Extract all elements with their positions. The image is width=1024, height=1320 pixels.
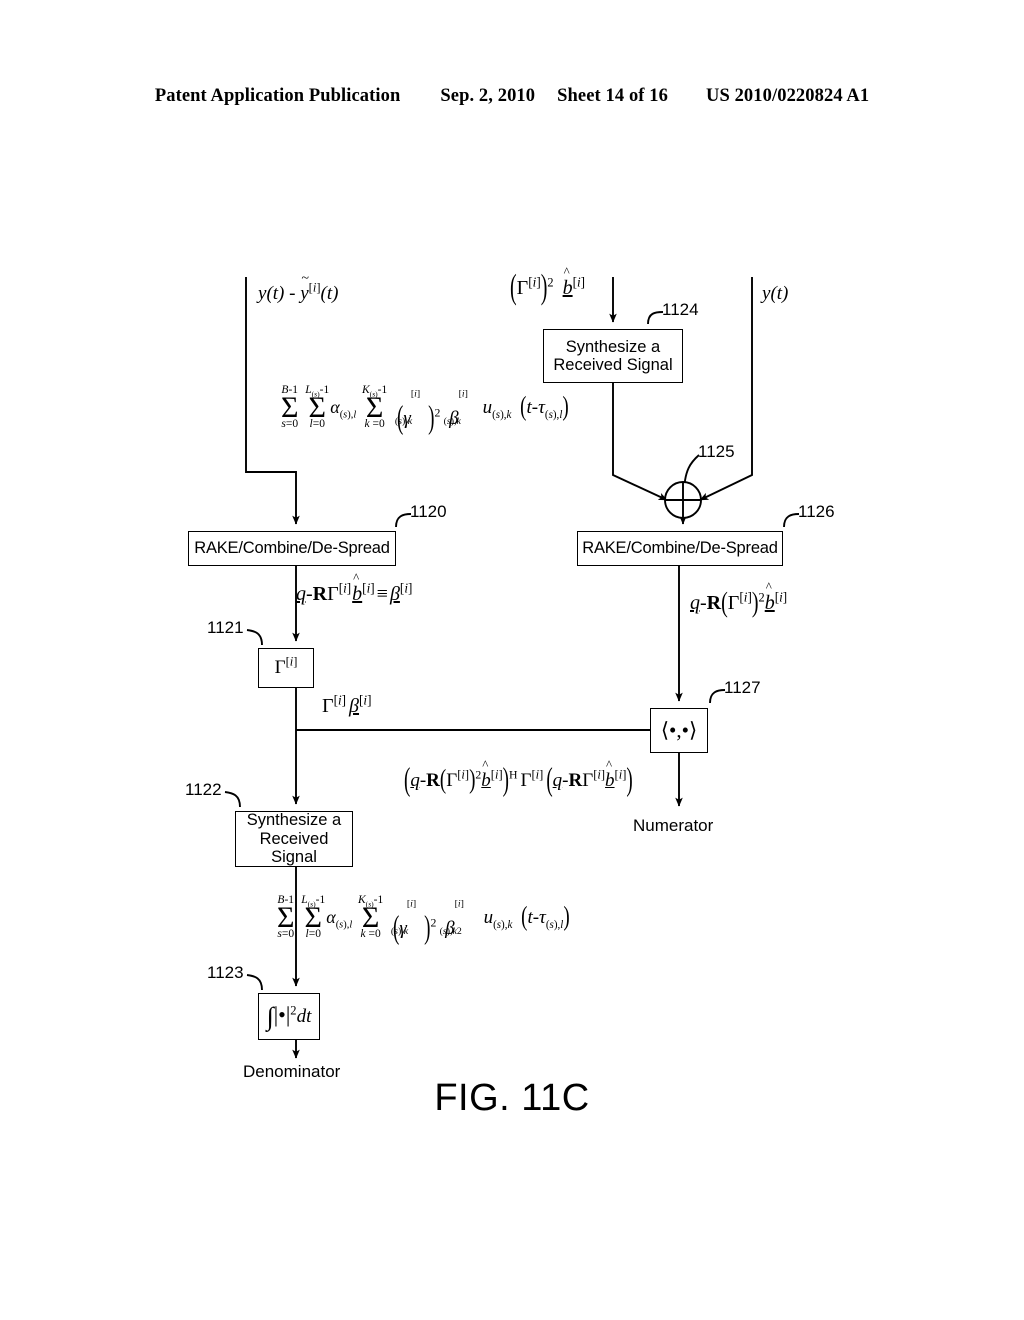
ref-1127: 1127	[724, 678, 761, 697]
sigma-l-top: L(s)-1 Σ l=0	[305, 384, 330, 431]
line-right-input-to-junction	[699, 277, 753, 501]
sigma-l-bottom: L(s)-1 Σ l=0	[301, 894, 326, 941]
ref-1120: 1120	[410, 502, 447, 521]
box-1124-line1: Synthesize a	[565, 337, 661, 356]
box-1122-line2: Received Signal	[259, 829, 329, 867]
sigma-s-bottom: B-1 Σ s=0	[277, 894, 295, 941]
box-integral-magnitude-squared-1123[interactable]: ∫|•|2dt	[258, 993, 320, 1040]
connector-lines	[224, 277, 800, 1059]
leader-1120	[395, 513, 412, 528]
figure-11c: RAKE/Combine/De-Spread RAKE/Combine/De-S…	[0, 0, 1024, 1320]
box-rake-combine-despread-1120[interactable]: RAKE/Combine/De-Spread	[188, 531, 396, 566]
leader-1124	[647, 311, 664, 325]
leader-1123	[246, 974, 263, 991]
box-1121-label: Γ[i]	[274, 655, 298, 679]
box-1124-line2: Received Signal	[553, 356, 673, 374]
signal-label-right-rake-output: q-R(Γ[i])2b ^ [i]	[690, 579, 788, 619]
leader-1126	[783, 513, 800, 528]
ref-1123: 1123	[207, 963, 244, 982]
sigma-k-top: K(s)-1 Σ k =0	[361, 384, 388, 431]
sigma-s-top: B-1 Σ s=0	[281, 384, 299, 431]
sigma-k-bottom: K(s)-1 Σ k =0	[357, 894, 384, 941]
box-rake-combine-despread-1126[interactable]: RAKE/Combine/De-Spread	[577, 531, 783, 566]
signal-label-gamma-beta: Γ[i] β[i]	[322, 692, 372, 717]
ref-1125: 1125	[698, 442, 735, 461]
signal-label-numerator-expression: (q-R(Γ[i])2b ^ [i])H Γ[i] (q-RΓ[i]b ^ [i])	[404, 757, 633, 799]
signal-label-input-right: y(t)	[762, 283, 789, 304]
line-1124-to-junction	[612, 383, 668, 501]
signal-label-left-rake-output: q-RΓ[i]b ^ [i] ≡ β[i]	[296, 570, 413, 605]
summation-expression-top: B-1 Σ s=0 L(s)-1 Σ l=0 α(s),l K(s)-1 Σ k…	[281, 384, 569, 437]
signal-label-input-left: y(t) - y ~ [i](t)	[258, 271, 339, 304]
box-1123-label: ∫|•|2dt	[266, 1001, 312, 1031]
ref-1124: 1124	[662, 300, 699, 319]
box-inner-product-1127[interactable]: ⟨•,•⟩	[650, 708, 708, 753]
figure-caption: FIG. 11C	[434, 1077, 590, 1119]
box-1122-line1: Synthesize a	[246, 811, 342, 830]
ref-1121: 1121	[207, 618, 244, 637]
summation-expression-bottom: B-1 Σ s=0 L(s)-1 Σ l=0 α(s),l K(s)-1 Σ k…	[277, 894, 570, 947]
box-synthesize-received-signal-1124[interactable]: Synthesize a Received Signal	[543, 329, 683, 383]
leader-1127	[709, 689, 726, 704]
ref-1122: 1122	[185, 780, 222, 799]
box-1127-label: ⟨•,•⟩	[660, 717, 698, 742]
summing-junction-1125	[664, 481, 702, 519]
leader-1121	[246, 629, 263, 646]
box-1126-label: RAKE/Combine/De-Spread	[582, 539, 778, 558]
signal-label-input-mid: (Γ[i])2 b ^ [i]	[510, 264, 586, 307]
box-1120-label: RAKE/Combine/De-Spread	[194, 539, 390, 558]
output-label-numerator: Numerator	[633, 816, 714, 835]
box-gamma-scaling-1121[interactable]: Γ[i]	[258, 648, 314, 688]
leader-1122	[224, 791, 241, 808]
ref-1126: 1126	[798, 502, 835, 521]
box-synthesize-received-signal-1122[interactable]: Synthesize a Received Signal	[235, 811, 353, 867]
